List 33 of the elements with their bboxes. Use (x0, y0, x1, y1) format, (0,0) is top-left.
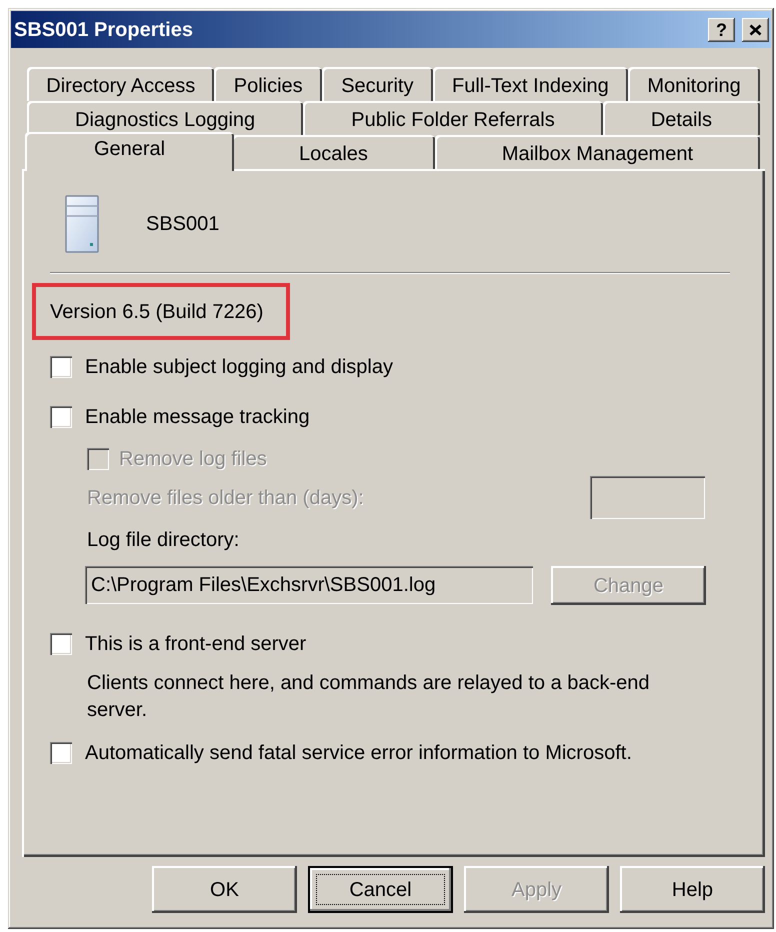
version-text: Version 6.5 (Build 7226) (50, 300, 264, 324)
checkbox-label[interactable]: This is a front-end server (85, 632, 306, 656)
checkbox-label[interactable]: Enable subject logging and display (85, 355, 393, 379)
close-button[interactable] (742, 18, 769, 42)
checkbox-label[interactable]: Automatically send fatal service error information to Microsoft. (85, 741, 632, 765)
checkbox[interactable] (50, 356, 72, 378)
checkbox-label[interactable]: Enable message tracking (85, 405, 310, 429)
checkbox[interactable] (50, 633, 72, 655)
server-name: SBS001 (146, 212, 220, 236)
tab[interactable]: Locales (232, 135, 435, 169)
tab[interactable]: Diagnostics Logging (27, 101, 304, 135)
dialog-button[interactable]: Cancel (308, 866, 453, 913)
tab[interactable]: Directory Access (27, 67, 214, 101)
window-title: SBS001 Properties (14, 20, 193, 40)
field-label: Log file directory: (87, 528, 240, 552)
tab[interactable]: Mailbox Management (434, 135, 760, 169)
checkbox[interactable] (50, 742, 72, 764)
tab[interactable]: Full-Text Indexing (432, 67, 628, 101)
close-icon (749, 24, 762, 36)
tab[interactable]: Monitoring (628, 67, 760, 101)
field-label: Remove files older than (days): (87, 486, 364, 510)
tab[interactable]: Public Folder Referrals (303, 101, 603, 135)
tab[interactable]: General (25, 132, 234, 171)
tab[interactable]: Details (602, 101, 760, 135)
help-button[interactable]: ? (708, 18, 735, 42)
description-text: Clients connect here, and commands are relayed to a back-end server. (87, 671, 651, 723)
tab[interactable]: Security (322, 67, 433, 101)
tab[interactable]: Policies (214, 67, 322, 101)
path-field[interactable]: C:\Program Files\Exchsrvr\SBS001.log (85, 566, 533, 604)
dialog-button[interactable]: OK (152, 866, 297, 913)
dialog-button[interactable]: Help (620, 866, 765, 913)
server-icon (65, 195, 99, 253)
checkbox[interactable] (50, 406, 72, 428)
